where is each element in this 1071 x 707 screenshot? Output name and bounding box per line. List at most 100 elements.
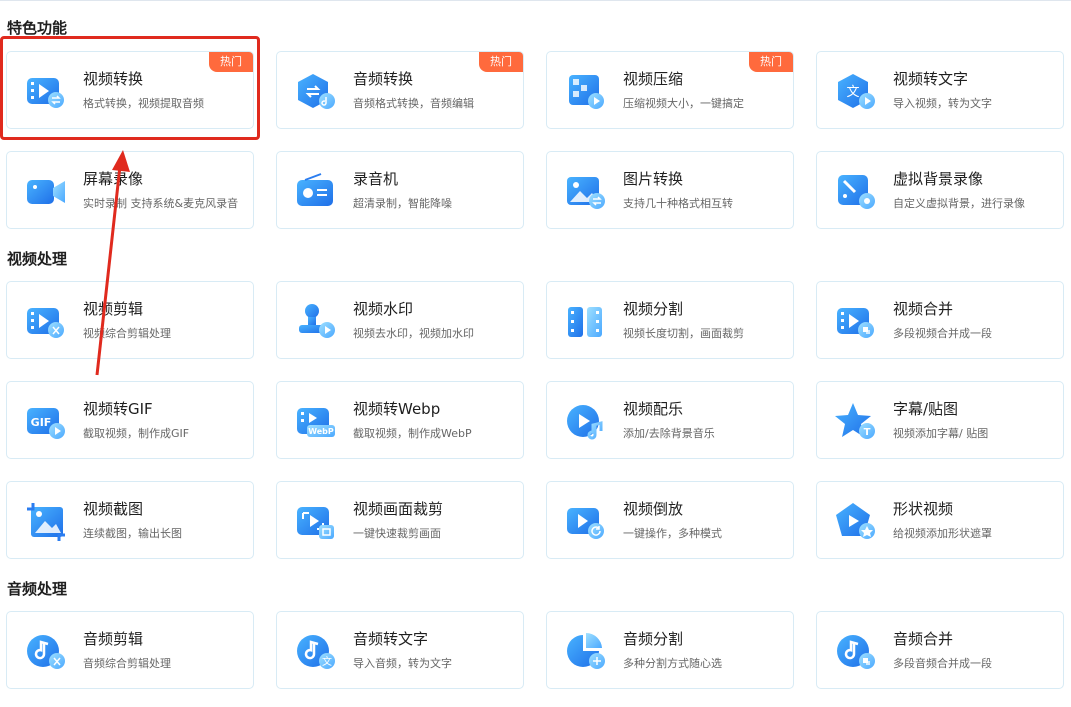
card-video-music[interactable]: 视频配乐 添加/去除背景音乐 xyxy=(546,381,794,459)
audio-merge-icon xyxy=(835,631,877,673)
card-desc: 多种分割方式随心选 xyxy=(623,657,722,670)
card-desc: 超清录制，智能降噪 xyxy=(353,197,452,210)
card-desc: 添加/去除背景音乐 xyxy=(623,427,715,440)
card-desc: 支持几十种格式相互转 xyxy=(623,197,733,210)
card-video-webp[interactable]: WebP 视频转Webp 截取视频，制作成WebP xyxy=(276,381,524,459)
card-image-convert[interactable]: 图片转换 支持几十种格式相互转 xyxy=(546,151,794,229)
hot-badge: 热门 xyxy=(749,52,793,72)
card-desc: 视频长度切割，画面裁剪 xyxy=(623,327,744,340)
audio-to-text-icon: 文 xyxy=(295,631,337,673)
card-video-crop[interactable]: 视频画面裁剪 一键快速裁剪画面 xyxy=(276,481,524,559)
card-desc: 多段视频合并成一段 xyxy=(893,327,992,340)
card-screen-record[interactable]: 屏幕录像 实时录制 支持系统&麦克风录音 xyxy=(6,151,254,229)
card-video-convert[interactable]: 视频转换 格式转换，视频提取音频 热门 xyxy=(6,51,254,129)
card-video-screenshot[interactable]: 视频截图 连续截图，输出长图 xyxy=(6,481,254,559)
card-title: 视频截图 xyxy=(83,500,144,518)
card-title: 音频合并 xyxy=(893,630,954,648)
card-desc: 导入视频，转为文字 xyxy=(893,97,992,110)
card-video-reverse[interactable]: 视频倒放 一键操作，多种模式 xyxy=(546,481,794,559)
card-video-split[interactable]: 视频分割 视频长度切割，画面裁剪 xyxy=(546,281,794,359)
card-desc: 视频添加字幕/ 贴图 xyxy=(893,427,989,440)
card-title: 视频转GIF xyxy=(83,400,153,418)
card-desc: 一键操作，多种模式 xyxy=(623,527,722,540)
card-desc: 音频格式转换，音频编辑 xyxy=(353,97,474,110)
virtual-background-icon xyxy=(835,171,877,213)
card-desc: 压缩视频大小，一键搞定 xyxy=(623,97,744,110)
section-title-video: 视频处理 xyxy=(7,250,68,268)
video-compress-icon xyxy=(565,71,607,113)
video-edit-icon xyxy=(25,301,67,343)
card-desc: 视频去水印，视频加水印 xyxy=(353,327,474,340)
card-recorder[interactable]: 录音机 超清录制，智能降噪 xyxy=(276,151,524,229)
card-title: 图片转换 xyxy=(623,170,684,188)
card-video-gif[interactable]: GIF 视频转GIF 截取视频，制作成GIF xyxy=(6,381,254,459)
card-title: 音频剪辑 xyxy=(83,630,144,648)
pentagon-shape-icon xyxy=(835,501,877,543)
section-title-featured: 特色功能 xyxy=(7,19,68,37)
card-desc: 截取视频，制作成GIF xyxy=(83,427,190,440)
card-audio-edit[interactable]: 音频剪辑 音频综合剪辑处理 xyxy=(6,611,254,689)
card-title: 视频转文字 xyxy=(893,70,969,88)
svg-text:WebP: WebP xyxy=(308,427,334,436)
card-title: 字幕/贴图 xyxy=(893,400,959,418)
card-video-compress[interactable]: 视频压缩 压缩视频大小，一键搞定 热门 xyxy=(546,51,794,129)
svg-text:文: 文 xyxy=(322,655,332,668)
card-title: 视频合并 xyxy=(893,300,954,318)
card-title: 音频分割 xyxy=(623,630,684,648)
card-virtual-background[interactable]: 虚拟背景录像 自定义虚拟背景，进行录像 xyxy=(816,151,1064,229)
card-desc: 自定义虚拟背景，进行录像 xyxy=(893,197,1025,210)
section-title-audio: 音频处理 xyxy=(7,580,68,598)
music-play-icon xyxy=(565,401,607,443)
card-video-edit[interactable]: 视频剪辑 视频综合剪辑处理 xyxy=(6,281,254,359)
card-title: 虚拟背景录像 xyxy=(893,170,984,188)
card-shape-video[interactable]: 形状视频 给视频添加形状遮罩 xyxy=(816,481,1064,559)
card-title: 视频倒放 xyxy=(623,500,684,518)
card-audio-merge[interactable]: 音频合并 多段音频合并成一段 xyxy=(816,611,1064,689)
stamp-watermark-icon xyxy=(295,301,337,343)
card-subtitle-sticker[interactable]: T 字幕/贴图 视频添加字幕/ 贴图 xyxy=(816,381,1064,459)
video-reverse-icon xyxy=(565,501,607,543)
svg-text:文: 文 xyxy=(846,85,859,100)
card-desc: 连续截图，输出长图 xyxy=(83,527,182,540)
card-video-to-text[interactable]: 文 视频转文字 导入视频，转为文字 xyxy=(816,51,1064,129)
card-title: 录音机 xyxy=(353,170,399,188)
card-video-merge[interactable]: 视频合并 多段视频合并成一段 xyxy=(816,281,1064,359)
video-to-text-icon: 文 xyxy=(835,71,877,113)
card-title: 视频转Webp xyxy=(353,400,441,418)
video-convert-icon xyxy=(25,71,67,113)
video-split-icon xyxy=(565,301,607,343)
radio-recorder-icon xyxy=(295,171,337,213)
card-title: 视频水印 xyxy=(353,300,414,318)
card-desc: 多段音频合并成一段 xyxy=(893,657,992,670)
card-title: 视频配乐 xyxy=(623,400,684,418)
top-divider xyxy=(0,0,1071,1)
card-title: 视频分割 xyxy=(623,300,684,318)
card-desc: 一键快速裁剪画面 xyxy=(353,527,441,540)
card-desc: 导入音频，转为文字 xyxy=(353,657,452,670)
card-desc: 实时录制 支持系统&麦克风录音 xyxy=(83,197,239,210)
card-title: 形状视频 xyxy=(893,500,954,518)
card-desc: 格式转换，视频提取音频 xyxy=(83,97,204,110)
card-audio-split[interactable]: 音频分割 多种分割方式随心选 xyxy=(546,611,794,689)
card-title: 音频转换 xyxy=(353,70,414,88)
gif-icon: GIF xyxy=(25,401,67,443)
webp-icon: WebP xyxy=(295,401,337,443)
svg-text:T: T xyxy=(864,427,871,438)
camera-record-icon xyxy=(25,171,67,213)
audio-edit-icon xyxy=(25,631,67,673)
card-video-watermark[interactable]: 视频水印 视频去水印，视频加水印 xyxy=(276,281,524,359)
card-audio-to-text[interactable]: 文 音频转文字 导入音频，转为文字 xyxy=(276,611,524,689)
card-audio-convert[interactable]: 音频转换 音频格式转换，音频编辑 热门 xyxy=(276,51,524,129)
svg-text:GIF: GIF xyxy=(31,416,52,429)
card-title: 视频剪辑 xyxy=(83,300,144,318)
card-title: 视频画面裁剪 xyxy=(353,500,444,518)
card-title: 视频转换 xyxy=(83,70,144,88)
video-merge-icon xyxy=(835,301,877,343)
crop-screenshot-icon xyxy=(25,501,67,543)
card-title: 视频压缩 xyxy=(623,70,684,88)
card-title: 屏幕录像 xyxy=(83,170,144,188)
hot-badge: 热门 xyxy=(209,52,253,72)
card-desc: 音频综合剪辑处理 xyxy=(83,657,171,670)
audio-convert-icon xyxy=(295,71,337,113)
image-convert-icon xyxy=(565,171,607,213)
